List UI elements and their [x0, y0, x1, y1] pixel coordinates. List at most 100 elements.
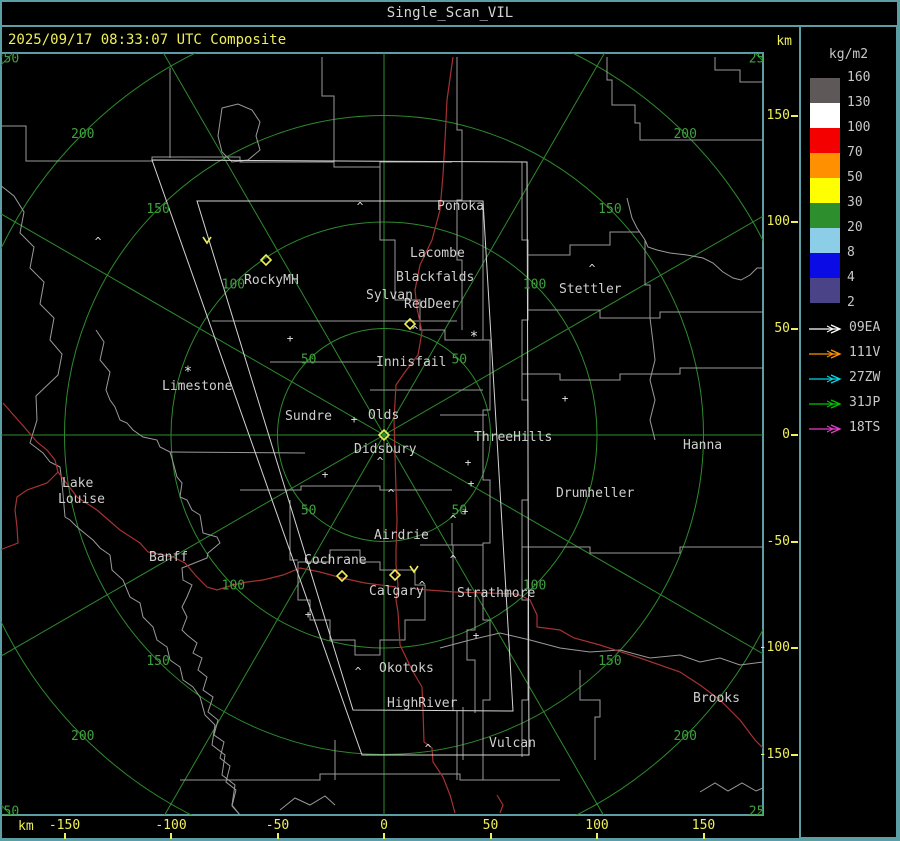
station-marker: + — [462, 505, 469, 518]
city-label: Olds — [368, 408, 399, 423]
y-tick-mark — [791, 221, 798, 223]
radar-id-label: 27ZW — [849, 370, 881, 385]
legend-value-label: 70 — [847, 145, 863, 160]
station-marker: ^ — [419, 579, 426, 592]
x-axis-unit-label: km — [18, 819, 34, 834]
y-tick-mark — [791, 114, 798, 117]
range-ring-label: 50 — [451, 353, 467, 368]
station-marker: ^ — [425, 742, 432, 755]
y-tick-label: 50 — [774, 320, 790, 336]
range-ring-label: 150 — [598, 202, 621, 217]
city-label: Drumheller — [556, 486, 634, 501]
city-label: Cochrane — [304, 553, 367, 568]
range-ring-label: 150 — [146, 202, 169, 217]
legend-value-label: 160 — [847, 70, 871, 85]
x-tick-mark — [170, 833, 172, 839]
station-marker: ^ — [450, 553, 457, 566]
y-tick-mark — [791, 647, 798, 649]
y-tick-label: -50 — [766, 533, 790, 549]
x-tick-label: -50 — [265, 818, 290, 833]
radar-direction-arrow-icon — [809, 374, 842, 384]
city-label: Calgary — [369, 584, 424, 599]
range-ring-label: 50 — [301, 503, 317, 518]
range-ring-label: 100 — [222, 579, 245, 594]
radar-id-row: 27ZW — [807, 371, 897, 385]
radar-id-row: 111V — [807, 346, 897, 360]
x-tick-mark — [489, 833, 492, 839]
legend-color-swatch — [810, 153, 840, 178]
station-marker: ^ — [377, 455, 384, 468]
radar-map: 5050505010010010010015015015015020020020… — [0, 52, 764, 816]
x-tick-label: 150 — [691, 818, 716, 833]
radar-id-row: 18TS — [807, 421, 897, 435]
city-label: Didsbury — [354, 442, 417, 457]
x-tick-mark — [596, 833, 598, 839]
y-tick-label: -100 — [758, 640, 790, 655]
range-ring-label: 150 — [146, 654, 169, 669]
city-label: Lacombe — [410, 246, 465, 261]
station-marker: ^ — [450, 513, 457, 526]
station-marker: ^ — [355, 665, 362, 678]
legend-value-label: 4 — [847, 270, 855, 285]
range-ring-label: 200 — [71, 729, 94, 744]
x-axis: km -150 -100 -50 0 50 100 150 — [0, 816, 799, 839]
city-label: Stettler — [559, 282, 622, 297]
city-label: Sundre — [285, 409, 332, 424]
range-ring-label: 200 — [673, 127, 696, 142]
city-label: RockyMH — [244, 273, 299, 288]
y-tick-mark — [791, 753, 798, 756]
legend-color-swatch — [810, 128, 840, 153]
city-label: Okotoks — [379, 661, 434, 676]
city-label: Banff — [149, 550, 188, 565]
legend-value-label: 8 — [847, 245, 855, 260]
city-label: Ponoka — [437, 199, 484, 214]
city-label: Brooks — [693, 691, 740, 706]
station-marker: ^ — [589, 262, 596, 275]
radar-id-label: 09EA — [849, 320, 881, 335]
legend-value-label: 20 — [847, 220, 863, 235]
legend-color-swatch — [810, 228, 840, 253]
y-tick-mark — [791, 540, 798, 543]
city-label: Louise — [58, 492, 105, 507]
x-tick-label: 0 — [380, 818, 388, 833]
legend-color-swatch — [810, 78, 840, 103]
radar-direction-arrow-icon — [809, 399, 842, 409]
station-marker: ^ — [357, 200, 364, 213]
radar-id-label: 111V — [849, 345, 881, 360]
station-marker: + — [287, 332, 294, 345]
station-marker: + — [305, 608, 312, 621]
station-marker: * — [184, 364, 192, 380]
legend-value-label: 130 — [847, 95, 871, 110]
radar-application-window: Single_Scan_VIL 2025/09/17 08:33:07 UTC … — [0, 0, 900, 841]
x-tick-label: -150 — [48, 818, 81, 833]
legend-value-label: 2 — [847, 295, 855, 310]
city-label: Innisfail — [376, 355, 446, 370]
x-tick-mark — [276, 833, 279, 839]
city-label: ThreeHills — [474, 430, 552, 445]
legend-value-label: 50 — [847, 170, 863, 185]
range-ring-label: 100 — [222, 277, 245, 292]
radar-id-row: 31JP — [807, 396, 897, 410]
station-marker: ^ — [388, 487, 395, 500]
radar-direction-arrow-icon — [809, 349, 842, 359]
station-marker: + — [473, 629, 480, 642]
y-tick-label: 100 — [766, 214, 790, 229]
station-marker: + — [562, 392, 569, 405]
y-tick-label: 150 — [766, 107, 790, 123]
x-tick-mark — [383, 833, 385, 839]
station-marker: + — [351, 413, 358, 426]
station-marker: * — [470, 329, 478, 345]
radar-id-row: 09EA — [807, 321, 897, 335]
range-ring-label: 50 — [301, 353, 317, 368]
station-marker: + — [322, 468, 329, 481]
legend-color-swatch — [810, 103, 840, 128]
legend-value-label: 100 — [847, 120, 871, 135]
city-label: RedDeer — [404, 297, 459, 312]
x-tick-label: -100 — [155, 818, 187, 833]
range-ring-label: 150 — [598, 654, 621, 669]
range-ring-label: 200 — [71, 127, 94, 142]
city-label: Vulcan — [489, 736, 536, 751]
legend-color-swatch — [810, 203, 840, 228]
city-label: Limestone — [162, 379, 233, 394]
x-tick-mark — [702, 833, 705, 839]
